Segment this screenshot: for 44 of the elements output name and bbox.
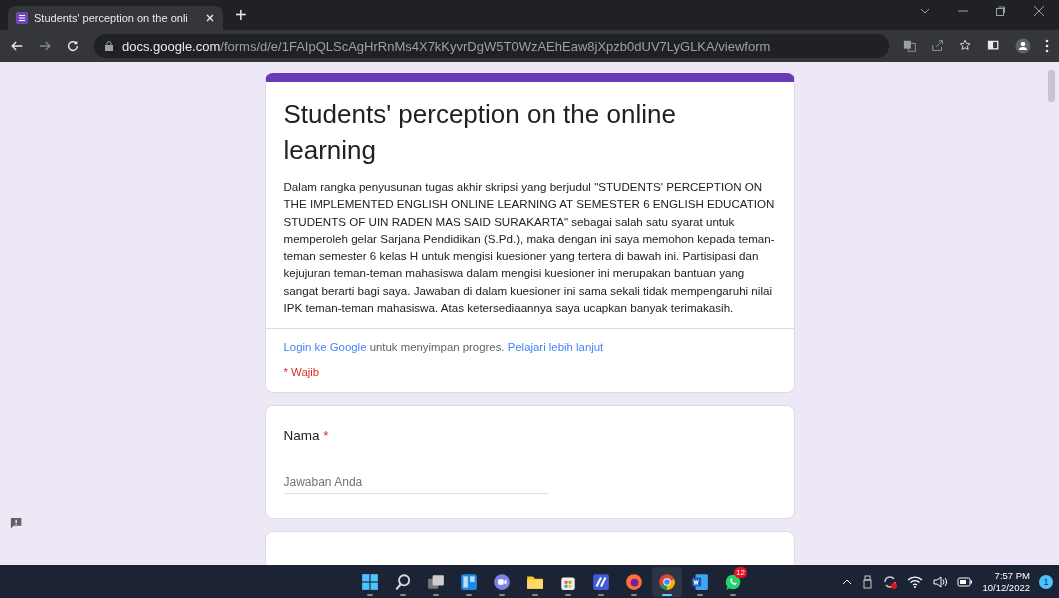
feedback-icon bbox=[10, 517, 24, 531]
restore-icon bbox=[995, 6, 1007, 16]
share-icon bbox=[931, 39, 945, 53]
notification-count: 12 bbox=[734, 566, 747, 578]
task-view-icon bbox=[427, 572, 445, 591]
new-tab-button[interactable]: + bbox=[235, 4, 247, 27]
chevron-down-icon bbox=[919, 6, 931, 16]
browser-tab[interactable]: Students' perception on the onli bbox=[8, 6, 223, 30]
profile-icon bbox=[1015, 38, 1031, 54]
speaker-icon bbox=[932, 573, 949, 590]
question-label: Nama * bbox=[283, 428, 330, 444]
learn-more-link[interactable]: Pelajari lebih lanjut bbox=[507, 341, 604, 354]
close-icon bbox=[1033, 6, 1045, 16]
chat-camera-icon bbox=[493, 572, 511, 591]
scrollbar-thumb[interactable] bbox=[1048, 70, 1055, 102]
form-title: Students' perception on the online learning bbox=[283, 98, 677, 167]
sync-alert-icon bbox=[882, 573, 899, 590]
star-icon bbox=[959, 39, 973, 53]
widgets-icon bbox=[460, 572, 478, 591]
side-panel-icon bbox=[987, 39, 1001, 53]
address-bar[interactable]: docs.google.com/forms/d/e/1FAIpQLScAgHrRnMs4X7kKyvrDgW5T0WzAEhEaw8jXpzb0dUV7LyGLKA/viewform bbox=[94, 34, 889, 58]
url-text: docs.google.com/forms/d/e/1FAIpQLScAgHrRnMs4X7kKyvrDgW5T0WzAEhEaw8jXpzb0dUV7LyGLKA/viewform bbox=[122, 38, 771, 54]
forms-icon bbox=[16, 12, 28, 24]
notification-count[interactable]: 1 bbox=[1039, 574, 1053, 589]
search-icon bbox=[394, 572, 412, 591]
translate-icon bbox=[903, 39, 917, 53]
taskbar-app[interactable]: 12 bbox=[718, 566, 748, 597]
login-link[interactable]: Login ke Google bbox=[283, 341, 367, 354]
usb-drive-icon bbox=[862, 574, 874, 589]
slash-app-icon bbox=[592, 572, 610, 591]
close-icon bbox=[205, 13, 215, 23]
reload-icon bbox=[66, 39, 80, 53]
more-menu-icon bbox=[1045, 39, 1049, 53]
windows-logo-icon bbox=[361, 572, 379, 591]
lock-icon bbox=[104, 40, 114, 52]
login-notice: Login ke Google untuk menyimpan progres. Pelajari lebih lanjut bbox=[283, 341, 605, 354]
back-arrow-icon bbox=[10, 39, 24, 53]
clock[interactable]: 7:57 PM 10/12/2022 bbox=[982, 569, 1030, 594]
taskbar-app[interactable] bbox=[652, 566, 682, 597]
chrome-icon bbox=[658, 572, 676, 591]
word-document-icon bbox=[691, 572, 709, 591]
form-description: Dalam rangka penyusunan tugas akhir skripsi yang berjudul "STUDENTS' PERCEPTION ON THE IMPLEMENTED ENGLISH ONLINE LEARNING AT SEMESTER 6 ENGLISH EDUCATION STUDENTS OF UIN RADEN MAS SAID SURAKARTA" sebagai salah satu syarat untuk memperoleh gelar Sarjana Pendidikan (S.Pd.), maka dengan ini saya memohon kepada teman-teman semester 6 kelas H untuk mengisi kuesioner yang tertera di bawah ini. Partisipasi dan kejujuran teman-teman mahasiswa dalam mengisi kuesioner ini merupakan bantuan yang sangat berarti bagi saya. Jawaban di dalam kuesioner ini sama sekali tidak mempengaruhi nilai IPK teman-teman mahasiswa. Atas ketersediaannya saya ucapkan banyak terimakasih. bbox=[283, 179, 776, 317]
required-note: * Wajib bbox=[283, 366, 321, 379]
forward-arrow-icon bbox=[38, 39, 52, 53]
